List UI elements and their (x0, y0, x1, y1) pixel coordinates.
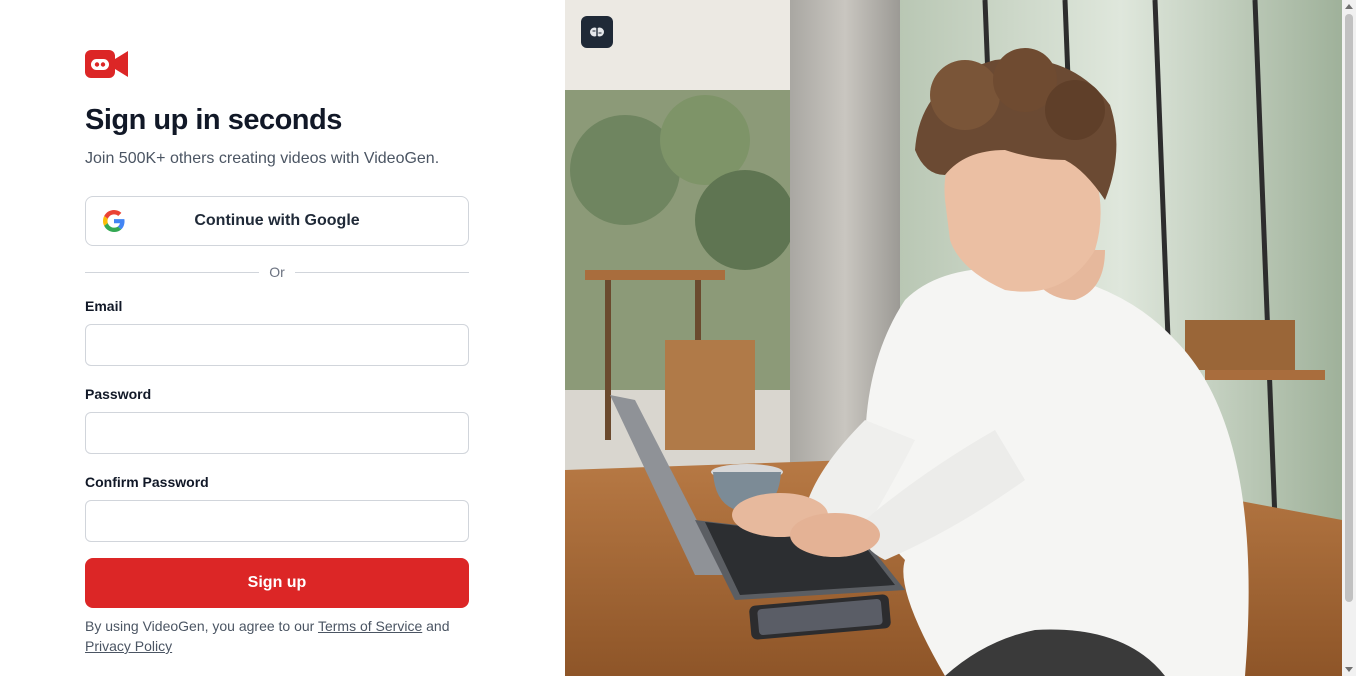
google-button-label: Continue with Google (194, 212, 360, 229)
sign-up-button[interactable]: Sign up (85, 558, 469, 608)
hero-photo (565, 0, 1342, 676)
continue-with-google-button[interactable]: Continue with Google (85, 196, 469, 246)
terms-of-service-link[interactable]: Terms of Service (318, 618, 422, 634)
page-title: Sign up in seconds (85, 104, 342, 136)
confirm-password-input[interactable] (85, 500, 469, 542)
google-icon (103, 210, 125, 232)
or-divider: Or (85, 262, 469, 282)
scrollbar-thumb[interactable] (1345, 14, 1353, 602)
page-scrollbar[interactable] (1342, 0, 1356, 676)
videogen-logo-icon (85, 50, 128, 78)
brain-glyph-icon (590, 27, 604, 37)
legal-notice: By using VideoGen, you agree to our Term… (85, 616, 465, 656)
signup-panel: Sign up in seconds Join 500K+ others cre… (0, 0, 565, 676)
page-subtitle: Join 500K+ others creating videos with V… (85, 150, 440, 167)
divider-line-left (85, 271, 260, 273)
scroll-up-arrow-icon[interactable] (1345, 4, 1353, 9)
email-label: Email (85, 298, 123, 314)
divider-line-right (294, 271, 469, 273)
brain-icon[interactable] (581, 16, 613, 48)
legal-conjunction: and (422, 618, 450, 634)
email-input[interactable] (85, 324, 469, 366)
legal-prefix: By using VideoGen, you agree to our (85, 618, 318, 634)
password-input[interactable] (85, 412, 469, 454)
scroll-down-arrow-icon[interactable] (1345, 667, 1353, 672)
divider-text: Or (269, 264, 285, 280)
password-label: Password (85, 386, 152, 402)
hero-image-panel (565, 0, 1342, 676)
confirm-password-label: Confirm Password (85, 474, 209, 490)
privacy-policy-link[interactable]: Privacy Policy (85, 638, 172, 654)
